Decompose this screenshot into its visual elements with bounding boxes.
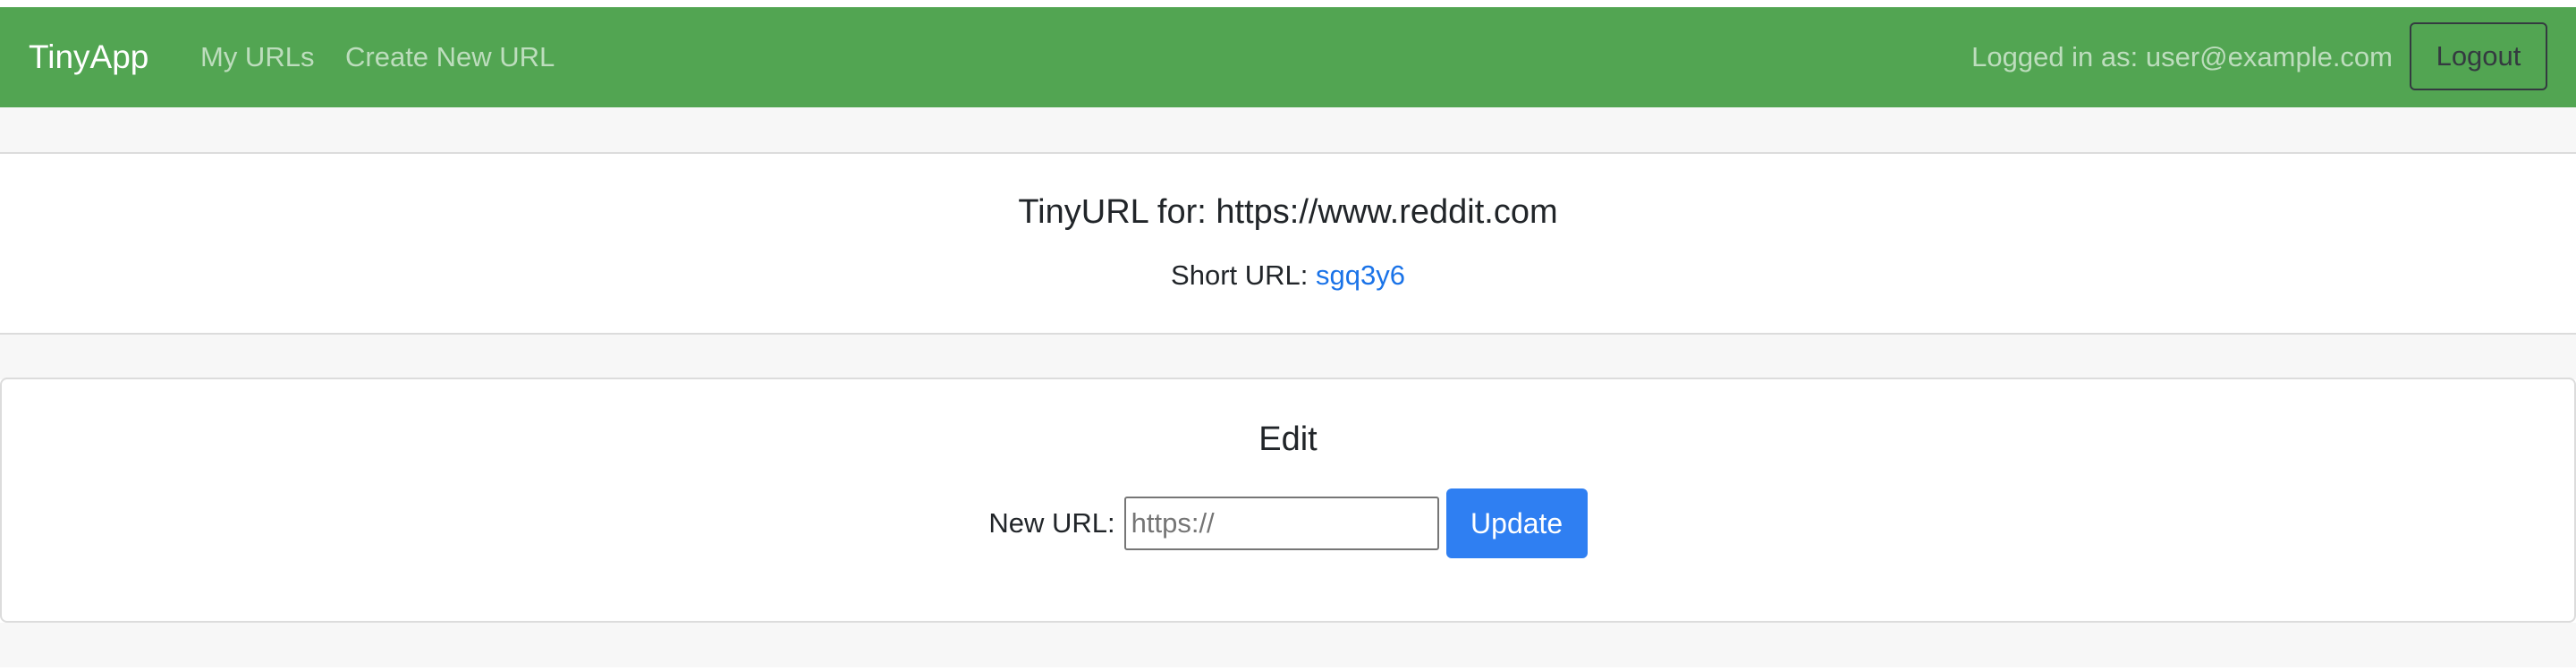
navbar: TinyApp My URLs Create New URL Logged in… <box>0 7 2576 107</box>
edit-card: Edit New URL: Update <box>0 378 2576 623</box>
short-url-label: Short URL: <box>1171 259 1316 291</box>
page-footer-band <box>0 623 2576 667</box>
nav-link-create-new-url[interactable]: Create New URL <box>345 7 555 107</box>
new-url-label: New URL: <box>988 507 1115 539</box>
page-spacer <box>0 335 2576 379</box>
short-url-line: Short URL: sgq3y6 <box>0 259 2576 292</box>
edit-form: New URL: Update <box>2 488 2574 558</box>
tinyurl-card: TinyURL for: https://www.reddit.com Shor… <box>0 152 2576 335</box>
edit-title: Edit <box>1258 420 1318 458</box>
page-spacer <box>0 107 2576 152</box>
update-button[interactable]: Update <box>1445 488 1588 558</box>
new-url-input[interactable] <box>1123 497 1439 550</box>
short-url-link[interactable]: sgq3y6 <box>1316 259 1405 291</box>
tinyurl-title: TinyURL for: https://www.reddit.com <box>1018 193 1558 231</box>
logout-button[interactable]: Logout <box>2410 22 2547 90</box>
logged-in-status: Logged in as: user@example.com <box>1971 41 2393 72</box>
nav-link-my-urls[interactable]: My URLs <box>200 7 314 107</box>
brand-link[interactable]: TinyApp <box>29 7 148 107</box>
